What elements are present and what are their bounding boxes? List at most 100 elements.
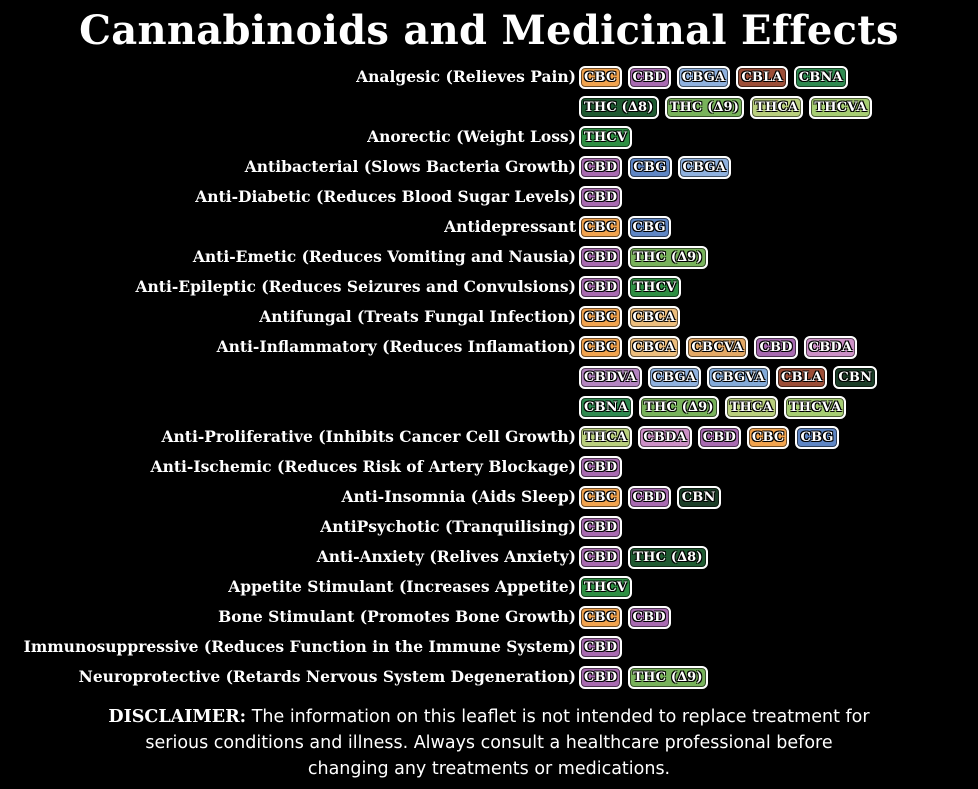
cannabinoid-badge: CBD [627,66,671,89]
effect-row: Anti-Insomnia (Aids Sleep) CBC CBD CBN [0,483,978,513]
effect-row: Appetite Stimulant (Increases Appetite) T… [0,573,978,603]
cannabinoid-badges: THCV [579,576,633,599]
cannabinoid-badge: THCA [750,96,804,119]
cannabinoid-badge: THCV [579,126,633,149]
effect-label: Appetite Stimulant (Increases Appetite) [228,577,576,596]
cannabinoid-badge: CBGVA [707,366,770,389]
cannabinoid-badge: CBDA [803,336,858,359]
effect-label: Antifungal (Treats Fungal Infection) [259,307,576,326]
cannabinoid-badges: CBD THC (∆9) [579,666,708,689]
effect-label: Neuroprotective (Retards Nervous System … [78,667,576,686]
effect-label: Anti-Diabetic (Reduces Blood Sugar Level… [195,187,576,206]
effect-label: Antibacterial (Slows Bacteria Growth) [244,157,576,176]
cannabinoid-badge: THCVA [783,396,847,419]
cannabinoid-badge: THCV [628,276,682,299]
cannabinoid-badge: CBN [676,486,721,509]
cannabinoid-badges: CBD THCV [579,276,682,299]
effect-label: Anti-Proliferative (Inhibits Cancer Cell… [161,427,576,446]
cannabinoid-badges: CBC CBCA [579,306,681,329]
effect-row: Antifungal (Treats Fungal Infection) CBC C… [0,303,978,333]
cannabinoid-badges: CBC CBG [579,216,671,239]
cannabinoid-badge: THCVA [809,96,872,119]
cannabinoid-badges: CBC CBCA CBCVA CBD CBDA [579,336,858,359]
cannabinoid-badge: CBD [579,156,623,179]
effect-row: Anti-Anxiety (Relives Anxiety) CBD THC (∆8… [0,543,978,573]
cannabinoid-badge: CBD [579,546,623,569]
cannabinoid-badge: CBC [579,336,622,359]
cannabinoid-badge: CBGA [677,156,732,179]
cannabinoid-badge: CBDA [638,426,692,449]
effect-row: Analgesic (Relieves Pain) CBC CBD CBGA CBLA C… [0,63,978,93]
effect-row: Anti-Inflammatory (Reduces Inflamation) C… [0,333,978,363]
cannabinoid-badges: CBD THC (∆8) [579,546,708,569]
effect-row: Antibacterial (Slows Bacteria Growth) CBD… [0,153,978,183]
cannabinoid-badges: CBD [579,456,623,479]
effect-row: Bone Stimulant (Promotes Bone Growth) CBC… [0,603,978,633]
cannabinoid-badge: CBDVA [579,366,642,389]
effect-row: Neuroprotective (Retards Nervous System … [0,663,978,693]
cannabinoid-badges: CBC CBD [579,606,671,629]
cannabinoid-badge: THC (∆9) [664,96,745,119]
cannabinoid-badge: CBD [579,246,623,269]
cannabinoid-badge: THC (∆8) [579,96,659,119]
cannabinoid-badge: CBC [579,66,622,89]
effect-label: Anti-Epileptic (Reduces Seizures and Con… [135,277,577,296]
effect-label: Analgesic (Relieves Pain) [356,67,576,86]
effects-list: Analgesic (Relieves Pain) CBC CBD CBGA CBLA C… [0,63,978,693]
cannabinoid-badges: CBNA THC (∆9) THCA THCVA [579,396,847,419]
cannabinoid-badge: THC (∆9) [639,396,719,419]
effect-row: Antidepressant CBC CBG [0,213,978,243]
cannabinoid-badge: CBG [628,156,672,179]
cannabinoid-badge: CBCVA [686,336,749,359]
cannabinoid-badge: CBGA [647,366,702,389]
cannabinoid-badges: CBC CBD CBGA CBLA CBNA [579,66,848,89]
effect-row: Anti-Proliferative (Inhibits Cancer Cell… [0,423,978,453]
cannabinoid-badge: CBC [579,216,622,239]
effect-label: Anti-Emetic (Reduces Vomiting and Nausia… [192,247,576,266]
disclaimer: DISCLAIMER: The information on this leaf… [0,704,978,782]
effect-row: THC (∆8) THC (∆9) THCA THCVA [0,93,978,123]
cannabinoid-badge: CBG [795,426,839,449]
cannabinoid-badge: CBD [579,666,623,689]
disclaimer-text-1: The information on this leaflet is not i… [246,707,870,727]
effect-label: Antidepressant [444,217,576,236]
effect-label: AntiPsychotic (Tranquilising) [320,517,576,536]
cannabinoid-badge: THC (∆9) [628,666,708,689]
effect-row: Immunosuppressive (Reduces Function in t… [0,633,978,663]
effect-label: Anti-Insomnia (Aids Sleep) [341,487,576,506]
effect-row: Anti-Diabetic (Reduces Blood Sugar Level… [0,183,978,213]
cannabinoid-badge: CBNA [793,66,848,89]
cannabinoid-badges: CBD [579,186,623,209]
effect-label: Anti-Inflammatory (Reduces Inflamation) [216,337,576,356]
cannabinoid-badge: CBCA [627,336,681,359]
cannabinoid-badge: CBC [579,306,622,329]
cannabinoid-badge: CBNA [579,396,634,419]
effect-label: Immunosuppressive (Reduces Function in t… [23,637,576,656]
cannabinoid-badge: CBC [579,606,622,629]
effect-row: CBNA THC (∆9) THCA THCVA [0,393,978,423]
cannabinoid-badge: THCA [724,396,778,419]
cannabinoid-badges: CBD [579,516,623,539]
cannabinoid-badge: CBD [579,636,623,659]
disclaimer-lead: DISCLAIMER: [108,707,247,727]
cannabinoid-badge: CBCA [627,306,681,329]
effect-row: Anti-Epileptic (Reduces Seizures and Con… [0,273,978,303]
cannabinoid-badge: CBD [627,606,671,629]
effect-row: CBDVA CBGA CBGVA CBLA CBN [0,363,978,393]
cannabinoid-badge: CBD [697,426,741,449]
cannabinoid-badges: THCA CBDA CBD CBC CBG [579,426,839,449]
cannabinoid-badge: CBD [579,516,623,539]
cannabinoid-badge: CBD [579,276,623,299]
cannabinoid-badge: CBC [579,486,622,509]
cannabinoid-badges: CBDVA CBGA CBGVA CBLA CBN [579,366,878,389]
effect-label: Anti-Ischemic (Reduces Risk of Artery Bl… [150,457,576,476]
cannabinoid-badges: CBD CBG CBGA [579,156,732,179]
cannabinoid-badge: CBGA [676,66,731,89]
cannabinoid-badge: CBD [579,186,623,209]
cannabinoid-badges: CBD [579,636,623,659]
effect-row: Anorectic (Weight Loss) THCV [0,123,978,153]
effect-row: Anti-Ischemic (Reduces Risk of Artery Bl… [0,453,978,483]
cannabinoid-badges: THCV [579,126,633,149]
cannabinoid-badge: CBC [746,426,790,449]
cannabinoid-badge: THCV [579,576,633,599]
